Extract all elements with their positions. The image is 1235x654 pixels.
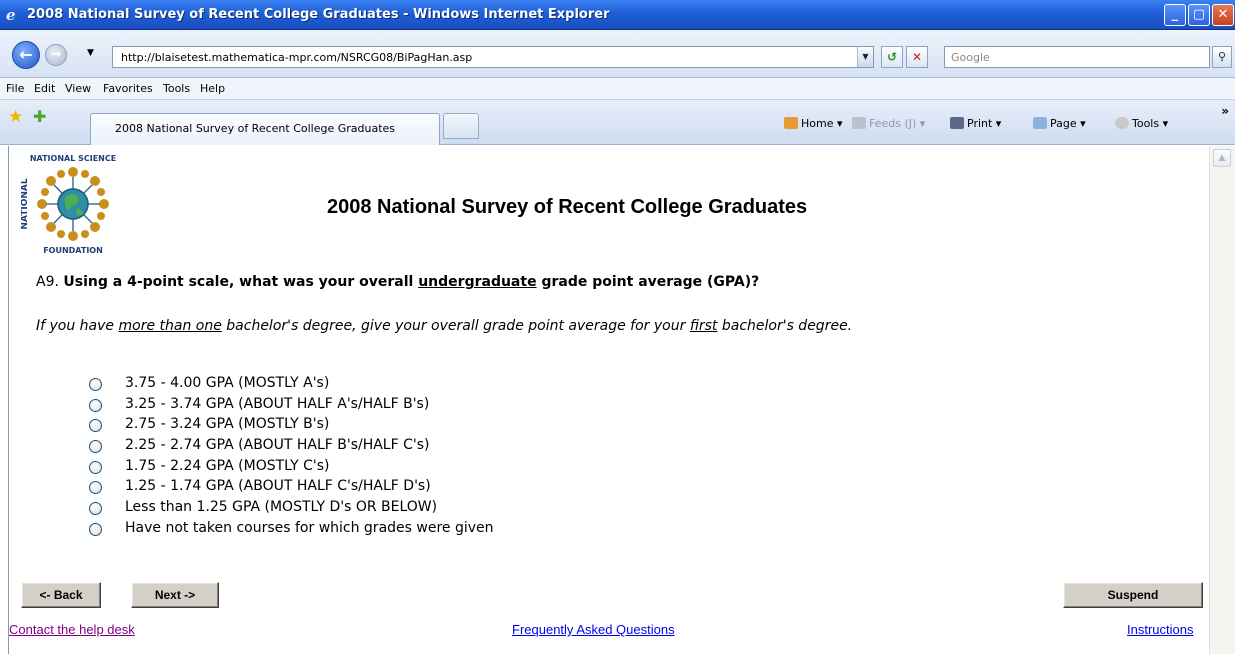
instruction-part2: bachelor's degree, give your overall gra… <box>221 318 690 334</box>
scroll-up-arrow-icon[interactable]: ▲ <box>1213 149 1231 167</box>
suspend-button[interactable]: Suspend <box>1063 582 1203 608</box>
print-button[interactable]: Print ▾ <box>950 117 1001 130</box>
gear-icon <box>1115 117 1129 129</box>
home-label: Home <box>801 117 834 130</box>
page-menu-button[interactable]: Page ▾ <box>1033 117 1086 130</box>
tab-bar: ★ ✚ 2008 National Survey of Recent Colle… <box>0 100 1235 145</box>
page-icon <box>1033 117 1047 129</box>
menu-view[interactable]: View <box>65 82 91 95</box>
instruction-underlined2: first <box>689 318 718 334</box>
menu-favorites[interactable]: Favorites <box>103 82 153 95</box>
feeds-icon <box>852 117 866 129</box>
page-content: NATIONAL NATIONAL SCIENCE FOUNDATION 200… <box>8 146 1209 654</box>
page-title: 2008 National Survey of Recent College G… <box>327 196 808 218</box>
more-commands-icon[interactable]: » <box>1221 104 1229 118</box>
recent-pages-dropdown-icon[interactable]: ▼ <box>87 48 94 58</box>
faq-link[interactable]: Frequently Asked Questions <box>512 622 675 637</box>
ie-logo-icon: e <box>6 6 16 24</box>
option-label[interactable]: 3.25 - 3.74 GPA (ABOUT HALF A's/HALF B's… <box>125 396 429 412</box>
option-label[interactable]: Less than 1.25 GPA (MOSTLY D's OR BELOW) <box>125 499 437 515</box>
nsf-logo: NATIONAL NATIONAL SCIENCE FOUNDATION <box>21 154 122 255</box>
maximize-button[interactable]: ▢ <box>1188 4 1210 26</box>
logo-text-top: NATIONAL SCIENCE <box>30 154 116 163</box>
option-label[interactable]: Have not taken courses for which grades … <box>125 520 494 536</box>
vertical-scrollbar[interactable]: ▲ <box>1209 146 1235 654</box>
menu-file[interactable]: File <box>6 82 24 95</box>
question-body: Using a 4-point scale, what was your ove… <box>63 274 759 290</box>
instructions-link[interactable]: Instructions <box>1127 622 1193 637</box>
tab-label: 2008 National Survey of Recent College G… <box>115 122 396 135</box>
question-underlined: undergraduate <box>418 274 537 290</box>
close-button[interactable]: ✕ <box>1212 4 1234 26</box>
svg-text:NATIONAL: NATIONAL <box>21 178 30 229</box>
question-text: A9. Using a 4-point scale, what was your… <box>36 274 759 290</box>
logo-text-bottom: FOUNDATION <box>43 246 103 255</box>
new-tab-button[interactable] <box>443 113 479 139</box>
feeds-button[interactable]: Feeds (J) ▾ <box>852 117 925 130</box>
menu-tools[interactable]: Tools <box>163 82 190 95</box>
window-title-bar: e 2008 National Survey of Recent College… <box>0 0 1235 30</box>
radio-button[interactable] <box>89 419 102 433</box>
stop-icon[interactable]: ✕ <box>906 46 928 68</box>
next-button[interactable]: Next -> <box>131 582 219 608</box>
tools-label: Tools <box>1132 117 1160 130</box>
option-label[interactable]: 2.75 - 3.24 GPA (MOSTLY B's) <box>125 416 329 432</box>
instruction-part1: If you have <box>36 318 119 334</box>
radio-button[interactable] <box>89 481 102 495</box>
instruction-underlined1: more than one <box>118 318 222 334</box>
home-icon <box>784 117 798 129</box>
radio-button[interactable] <box>89 398 102 412</box>
minimize-button[interactable]: _ <box>1164 4 1186 26</box>
option-label[interactable]: 3.75 - 4.00 GPA (MOSTLY A's) <box>125 375 329 391</box>
radio-button[interactable] <box>89 440 102 454</box>
add-favorite-icon[interactable]: ✚ <box>33 107 46 126</box>
instruction-part3: bachelor's degree. <box>717 318 853 334</box>
home-button[interactable]: Home ▾ <box>784 117 843 130</box>
search-input[interactable]: Google <box>944 46 1210 68</box>
question-part2: grade point average (GPA)? <box>536 274 760 290</box>
favorites-star-icon[interactable]: ★ <box>8 107 23 127</box>
menu-bar: File Edit View Favorites Tools Help <box>0 78 1235 100</box>
radio-button[interactable] <box>89 522 102 536</box>
option-label[interactable]: 1.25 - 1.74 GPA (ABOUT HALF C's/HALF D's… <box>125 478 431 494</box>
radio-button[interactable] <box>89 502 102 516</box>
printer-icon <box>950 117 964 129</box>
window-title: 2008 National Survey of Recent College G… <box>27 7 610 22</box>
menu-edit[interactable]: Edit <box>34 82 55 95</box>
option-label[interactable]: 1.75 - 2.24 GPA (MOSTLY C's) <box>125 458 330 474</box>
page-label: Page <box>1050 117 1077 130</box>
tools-menu-button[interactable]: Tools ▾ <box>1115 117 1168 130</box>
address-url: http://blaisetest.mathematica-mpr.com/NS… <box>121 51 473 64</box>
radio-button[interactable] <box>89 460 102 474</box>
question-part1: Using a 4-point scale, what was your ove… <box>63 274 419 290</box>
radio-button[interactable] <box>89 378 102 391</box>
forward-arrow-icon[interactable]: → <box>45 44 67 66</box>
feeds-label: Feeds (J) <box>869 117 917 130</box>
option-label[interactable]: 2.25 - 2.74 GPA (ABOUT HALF B's/HALF C's… <box>125 437 430 453</box>
back-button[interactable]: <- Back <box>21 582 101 608</box>
search-icon[interactable]: ⚲ <box>1212 46 1232 68</box>
print-label: Print <box>967 117 993 130</box>
help-desk-link[interactable]: Contact the help desk <box>9 622 135 637</box>
address-input[interactable]: http://blaisetest.mathematica-mpr.com/NS… <box>112 46 874 68</box>
tab-survey[interactable]: 2008 National Survey of Recent College G… <box>90 113 440 145</box>
question-number: A9. <box>36 274 59 290</box>
question-instruction: If you have more than one bachelor's deg… <box>36 316 956 337</box>
back-arrow-icon[interactable]: ← <box>12 41 40 69</box>
address-toolbar: ← → ▼ http://blaisetest.mathematica-mpr.… <box>0 30 1235 78</box>
address-dropdown-icon[interactable]: ▼ <box>857 47 873 67</box>
search-placeholder: Google <box>951 51 990 64</box>
refresh-icon[interactable]: ↺ <box>881 46 903 68</box>
menu-help[interactable]: Help <box>200 82 225 95</box>
